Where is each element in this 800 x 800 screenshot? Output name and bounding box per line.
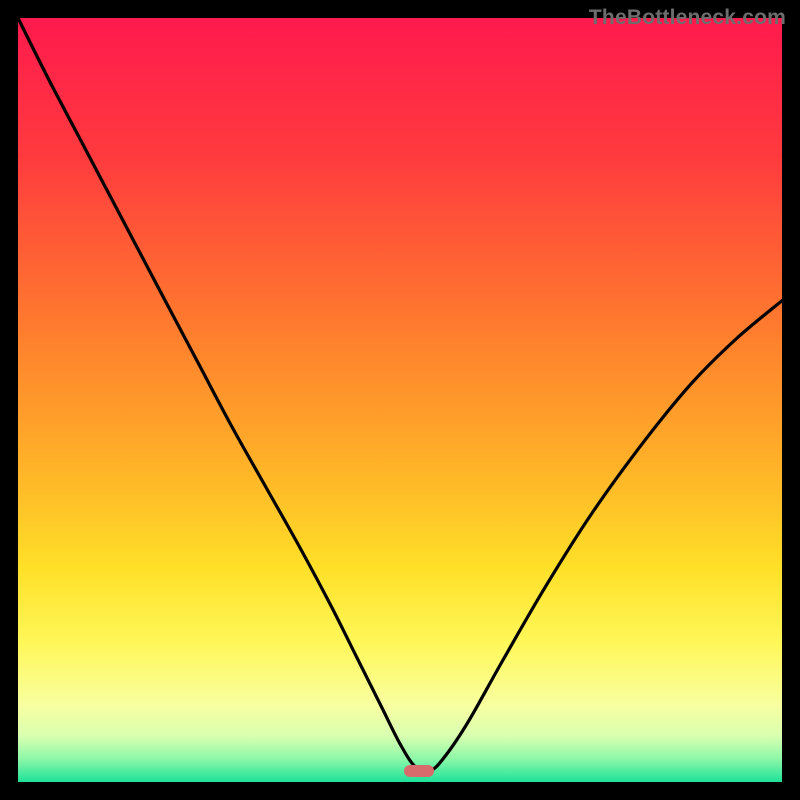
- plot-area: [18, 18, 782, 782]
- background-gradient: [18, 18, 782, 782]
- optimal-point-marker: [404, 765, 434, 777]
- watermark-text: TheBottleneck.com: [589, 6, 786, 30]
- chart-frame: TheBottleneck.com: [0, 0, 800, 800]
